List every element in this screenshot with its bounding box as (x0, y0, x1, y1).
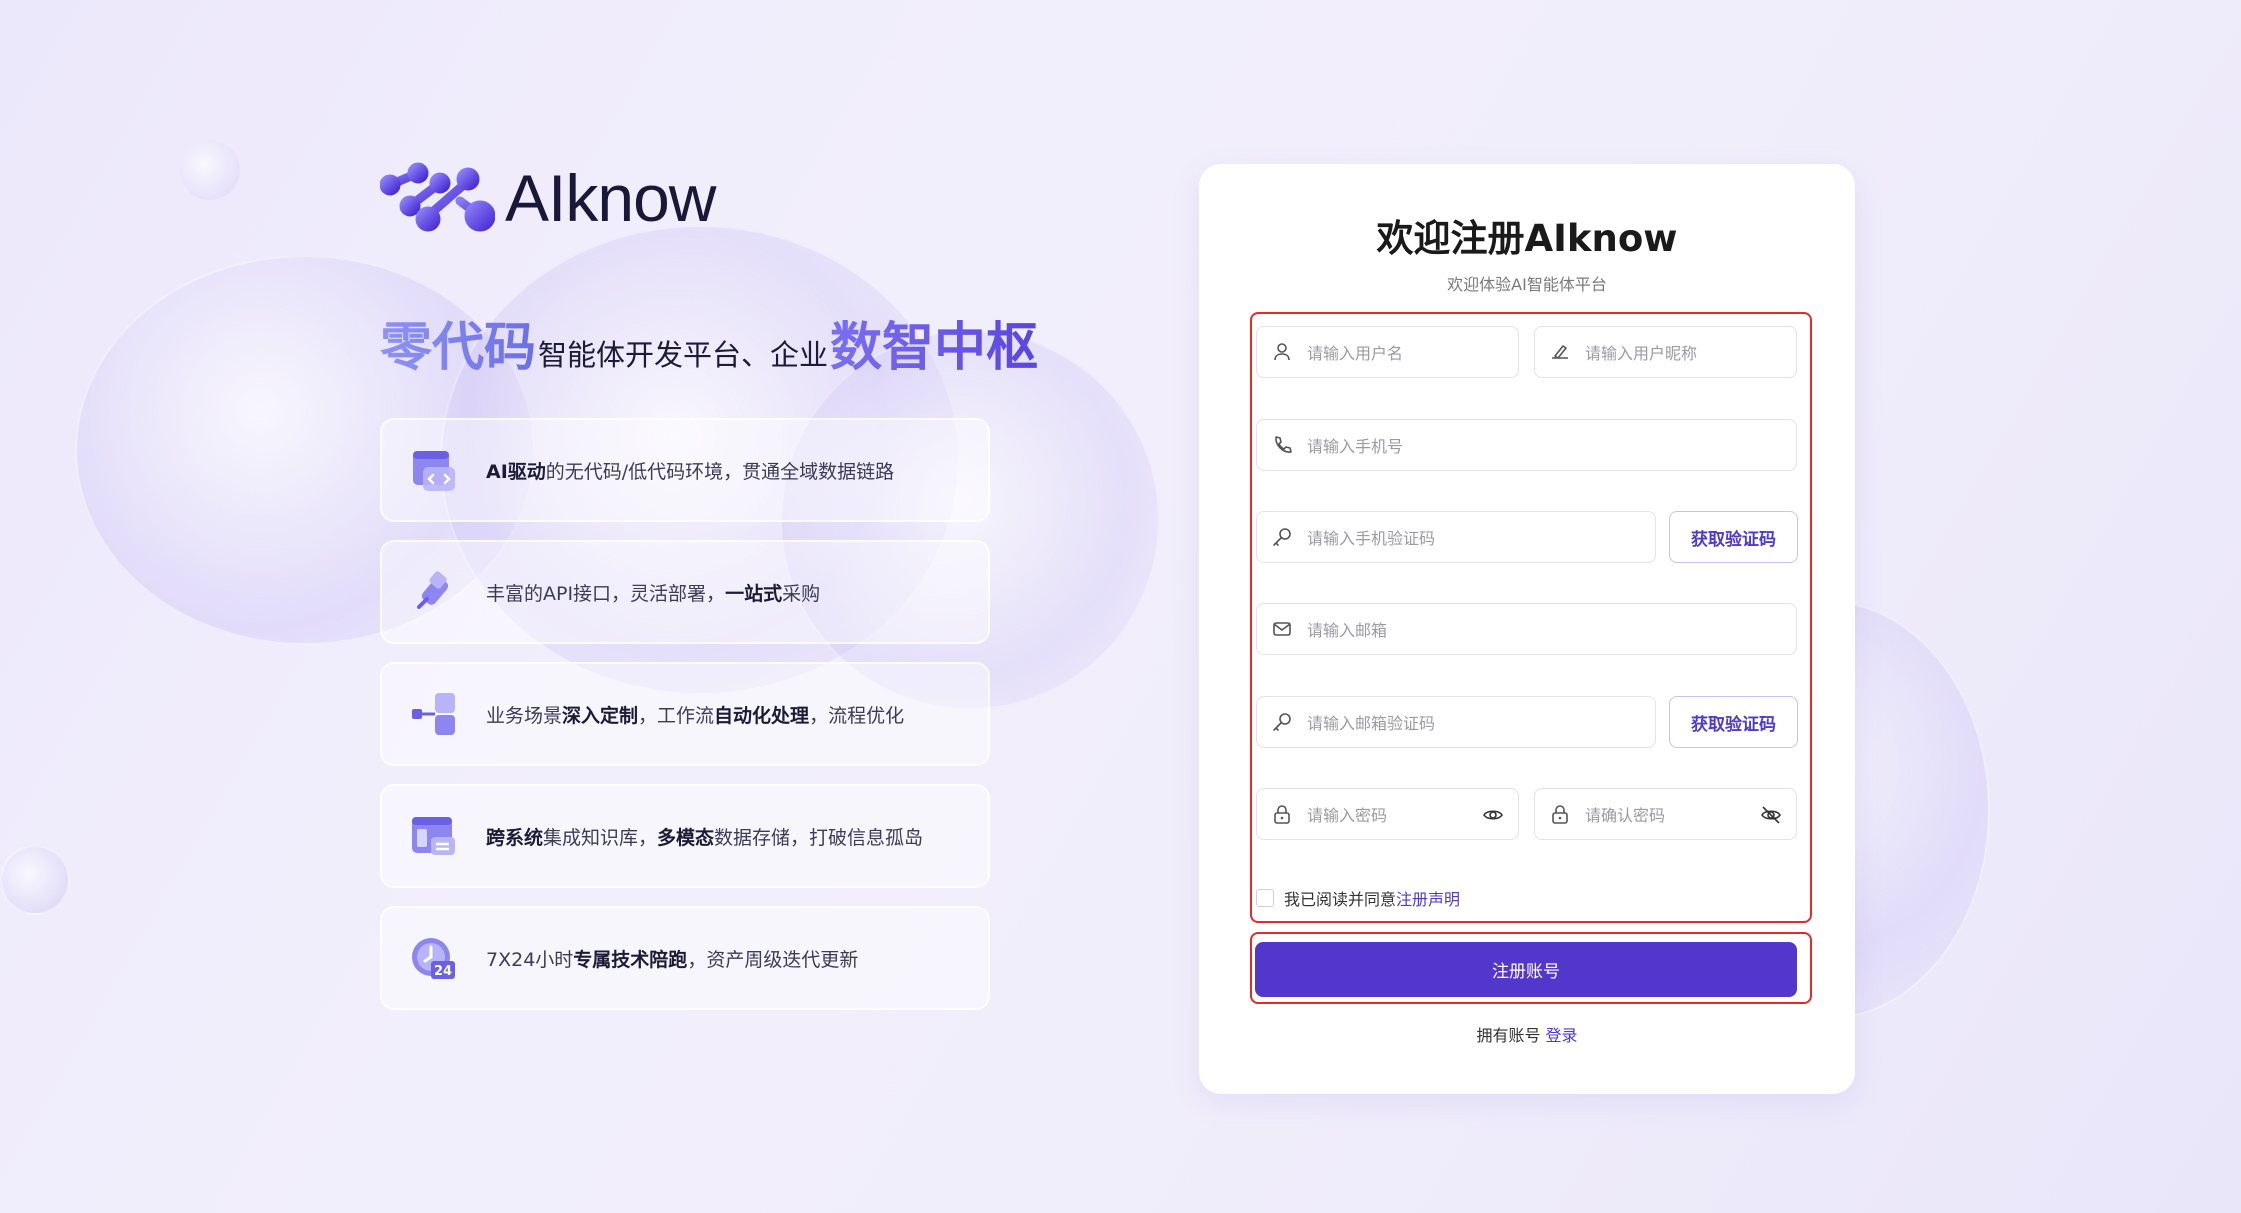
email-placeholder: 请输入邮箱 (1307, 621, 1388, 640)
agreement-link[interactable]: 注册声明 (1396, 886, 1460, 910)
feature-text: 丰富的API接口，灵活部署，一站式采购 (486, 582, 821, 605)
email-field[interactable]: 请输入邮箱 (1256, 603, 1797, 655)
feature-card: AI驱动的无代码/低代码环境，贯通全域数据链路 (380, 418, 990, 522)
feature-card: 业务场景深入定制，工作流自动化处理，流程优化 (380, 662, 990, 766)
signature-icon (1552, 345, 1568, 359)
key-icon (1273, 713, 1291, 731)
feature-card: 跨系统集成知识库，多模态数据存储，打破信息孤岛 (380, 784, 990, 888)
get-phone-code-button[interactable]: 获取验证码 (1669, 511, 1798, 563)
slogan-highlight-1: 零代码 (380, 305, 536, 380)
confirm-password-placeholder: 请确认密码 (1585, 806, 1666, 825)
password-field[interactable]: 请输入密码 (1256, 788, 1519, 840)
key-icon (1273, 528, 1291, 546)
register-subtitle: 欢迎体验AI智能体平台 (1447, 275, 1607, 294)
nickname-placeholder: 请输入用户昵称 (1585, 344, 1698, 363)
lock-icon (1552, 805, 1568, 824)
code-window-icon (409, 445, 459, 495)
decorative-bubble (180, 140, 240, 200)
slogan-text: 智能体开发平台、企业 (538, 338, 829, 372)
agree-checkbox[interactable] (1256, 889, 1274, 907)
feature-text: 跨系统集成知识库，多模态数据存储，打破信息孤岛 (486, 826, 924, 849)
password-placeholder: 请输入密码 (1307, 806, 1388, 825)
confirm-password-field[interactable]: 请确认密码 (1534, 788, 1797, 840)
email-code-placeholder: 请输入邮箱验证码 (1307, 714, 1436, 733)
register-card: 欢迎注册AIknow 欢迎体验AI智能体平台 请输入用户名 请输入用户昵称 请输… (1199, 164, 1855, 1094)
username-field[interactable]: 请输入用户名 (1256, 326, 1519, 378)
api-plug-icon (409, 567, 459, 617)
login-prompt: 拥有账号 登录 (1199, 1022, 1855, 1046)
phone-code-field[interactable]: 请输入手机验证码 (1256, 511, 1656, 563)
register-title: 欢迎注册AIknow (1376, 217, 1678, 260)
agree-text: 我已阅读并同意 (1284, 890, 1397, 909)
eye-icon[interactable] (1482, 804, 1504, 826)
phone-icon (1275, 436, 1292, 453)
svg-text:24: 24 (434, 964, 452, 979)
has-account-text: 拥有账号 (1476, 1026, 1541, 1045)
get-email-code-button[interactable]: 获取验证码 (1669, 696, 1798, 748)
brand-logo: AIknow (380, 160, 716, 236)
username-placeholder: 请输入用户名 (1307, 344, 1404, 363)
slogan: 零代码 智能体开发平台、企业 数智中枢 (380, 305, 1038, 380)
nickname-field[interactable]: 请输入用户昵称 (1534, 326, 1797, 378)
register-button[interactable]: 注册账号 (1255, 942, 1797, 997)
feature-card: 24 7X24小时专属技术陪跑，资产周级迭代更新 (380, 906, 990, 1010)
eye-off-icon[interactable] (1760, 804, 1782, 826)
clock-24-icon: 24 (409, 933, 459, 983)
email-code-field[interactable]: 请输入邮箱验证码 (1256, 696, 1656, 748)
feature-card: 丰富的API接口，灵活部署，一站式采购 (380, 540, 990, 644)
feature-text: 业务场景深入定制，工作流自动化处理，流程优化 (486, 704, 905, 727)
workflow-icon (409, 689, 459, 739)
phone-field[interactable]: 请输入手机号 (1256, 419, 1797, 471)
multi-system-icon (409, 811, 459, 861)
lock-icon (1274, 805, 1290, 824)
molecule-logo-icon (380, 162, 495, 231)
phone-placeholder: 请输入手机号 (1307, 437, 1404, 456)
login-link[interactable]: 登录 (1546, 1026, 1578, 1045)
brand-name: AIknow (505, 161, 716, 235)
phone-code-placeholder: 请输入手机验证码 (1307, 529, 1436, 548)
feature-text: 7X24小时专属技术陪跑，资产周级迭代更新 (486, 948, 859, 971)
slogan-highlight-2: 数智中枢 (830, 305, 1038, 380)
feature-text: AI驱动的无代码/低代码环境，贯通全域数据链路 (486, 460, 895, 483)
agreement-row: 我已阅读并同意 注册声明 (1256, 886, 1460, 910)
mail-icon (1273, 622, 1291, 636)
user-icon (1274, 343, 1290, 361)
decorative-bubble (0, 845, 70, 915)
